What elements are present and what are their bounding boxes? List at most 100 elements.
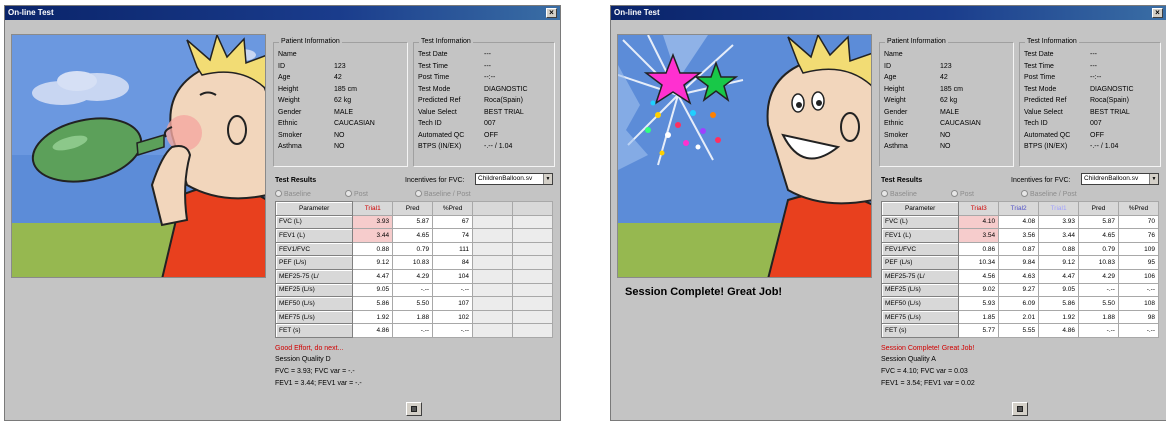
boy-celebration-illustration	[618, 35, 871, 277]
table-row: MEF75 (L/s) 1.92 1.88 102	[274, 309, 554, 325]
value-cell: -.--	[1078, 323, 1119, 338]
table-header-cell: Trial3	[958, 201, 1000, 216]
parameter-cell: MEF75 (L/s)	[274, 309, 354, 325]
table-row: FEV1 (L) 3.54 3.56 3.44 4.65 76	[880, 228, 1160, 243]
value-cell: -.--	[432, 323, 474, 338]
value-cell: -.--	[1117, 323, 1160, 338]
value-cell: 1.92	[352, 309, 394, 325]
table-row: FEV1/FVC 0.86 0.87 0.88 0.79 109	[880, 241, 1160, 257]
table-row: MEF50 (L/s) 5.93 6.09 5.86 5.50 108	[880, 296, 1160, 311]
fvc-summary: FVC = 4.10; FVC var = 0.03	[881, 368, 968, 375]
value-cell: 10.34	[958, 255, 1000, 270]
radio-post[interactable]: Post	[951, 190, 974, 198]
value-cell: 3.44	[352, 228, 394, 243]
value-cell: 104	[432, 268, 474, 284]
table-header-cell: Trial1	[352, 201, 394, 216]
value-cell: 98	[1117, 309, 1160, 325]
value-cell: 9.05	[1038, 282, 1080, 298]
parameter-cell: MEF25 (L/s)	[274, 282, 354, 298]
value-cell: 5.55	[998, 323, 1040, 338]
value-cell: 1.88	[392, 309, 434, 325]
parameter-cell: MEF25-75 (L/	[880, 268, 960, 284]
value-cell: -.--	[432, 282, 474, 298]
value-cell: 2.01	[998, 309, 1040, 325]
value-cell	[511, 309, 554, 325]
value-cell	[511, 255, 554, 270]
chevron-down-icon[interactable]: ▼	[543, 174, 552, 184]
close-icon[interactable]: ×	[1152, 8, 1163, 18]
table-header-cell: Pred	[1078, 201, 1119, 216]
radio-baseline-post[interactable]: Baseline / Post	[415, 190, 471, 198]
value-cell: 9.05	[352, 282, 394, 298]
patient-information-group: Patient Information Name ID 123 Age 42 Hei…	[879, 38, 1014, 167]
online-test-window-left: On-line Test × Patient Information Name …	[4, 5, 561, 421]
close-icon[interactable]: ×	[546, 8, 557, 18]
parameter-cell: MEF50 (L/s)	[274, 296, 354, 311]
value-cell: 4.63	[998, 268, 1040, 284]
value-cell: 5.50	[1078, 296, 1119, 311]
parameter-cell: FEV1 (L)	[880, 228, 960, 243]
table-row: FVC (L) 4.10 4.08 3.93 5.87 70	[880, 214, 1160, 230]
incentive-animation	[617, 34, 872, 278]
radio-post[interactable]: Post	[345, 190, 368, 198]
value-cell: 4.86	[352, 323, 394, 338]
value-cell: 3.93	[352, 214, 394, 230]
online-test-window-right: On-line Test × Session Complete! Great J…	[610, 5, 1166, 421]
value-cell	[472, 214, 513, 230]
value-cell: 111	[432, 241, 474, 257]
test-results-title: Test Results	[881, 177, 923, 184]
test-results-title: Test Results	[275, 177, 317, 184]
table-row: FET (s) 5.77 5.55 4.86 -.-- -.--	[880, 323, 1160, 338]
value-cell: 5.86	[1038, 296, 1080, 311]
value-cell: 0.88	[1038, 241, 1080, 257]
value-cell: -.--	[1117, 282, 1160, 298]
value-cell: 6.09	[998, 296, 1040, 311]
patient-information-title: Patient Information	[279, 38, 342, 45]
status-message: Good Effort, do next...	[275, 345, 344, 352]
table-row: MEF25 (L/s) 9.05 -.-- -.--	[274, 282, 554, 298]
value-cell: 0.88	[352, 241, 394, 257]
incentive-select[interactable]: ChildrenBalloon.sv ▼	[1081, 173, 1159, 185]
value-cell: 107	[432, 296, 474, 311]
table-header-cell	[511, 201, 554, 216]
value-cell: 5.87	[392, 214, 434, 230]
title-bar: On-line Test ×	[611, 6, 1166, 20]
value-cell: 5.77	[958, 323, 1000, 338]
session-quality: Session Quality D	[275, 356, 331, 363]
radio-icon	[275, 190, 282, 197]
table-row: MEF75 (L/s) 1.85 2.01 1.92 1.88 98	[880, 309, 1160, 325]
value-cell	[472, 268, 513, 284]
table-row: FEV1 (L) 3.44 4.65 74	[274, 228, 554, 243]
radio-baseline[interactable]: Baseline	[881, 190, 917, 198]
value-cell: 102	[432, 309, 474, 325]
fev1-summary: FEV1 = 3.54; FEV1 var = 0.02	[881, 380, 975, 387]
window-title: On-line Test	[8, 8, 54, 17]
stop-button[interactable]	[1012, 402, 1028, 416]
value-cell: 0.86	[958, 241, 1000, 257]
value-cell	[472, 255, 513, 270]
value-cell: 4.47	[1038, 268, 1080, 284]
radio-baseline-post[interactable]: Baseline / Post	[1021, 190, 1077, 198]
test-information-group: Test Information Test Date --- Test Time -…	[413, 38, 555, 167]
chevron-down-icon[interactable]: ▼	[1149, 174, 1158, 184]
table-header-row: Parameter Trial3 Trial2 Trial1 Pred %Pred	[880, 201, 1160, 216]
status-message: Session Complete! Great Job!	[881, 345, 975, 352]
radio-baseline[interactable]: Baseline	[275, 190, 311, 198]
value-cell: 4.47	[352, 268, 394, 284]
value-cell: 1.85	[958, 309, 1000, 325]
value-cell	[511, 323, 554, 338]
table-row: PEF (L/s) 10.34 9.84 9.12 10.83 95	[880, 255, 1160, 270]
value-cell: 4.65	[392, 228, 434, 243]
table-row: PEF (L/s) 9.12 10.83 84	[274, 255, 554, 270]
incentive-select[interactable]: ChildrenBalloon.sv ▼	[475, 173, 553, 185]
table-row: FVC (L) 3.93 5.87 67	[274, 214, 554, 230]
value-cell: -.--	[1078, 282, 1119, 298]
stop-button[interactable]	[406, 402, 422, 416]
incentive-select-value: ChildrenBalloon.sv	[1084, 175, 1139, 182]
value-cell: 4.08	[998, 214, 1040, 230]
value-cell	[511, 296, 554, 311]
value-cell: 5.87	[1078, 214, 1119, 230]
radio-icon	[345, 190, 352, 197]
value-cell: 5.50	[392, 296, 434, 311]
table-row: FEV1/FVC 0.88 0.79 111	[274, 241, 554, 257]
